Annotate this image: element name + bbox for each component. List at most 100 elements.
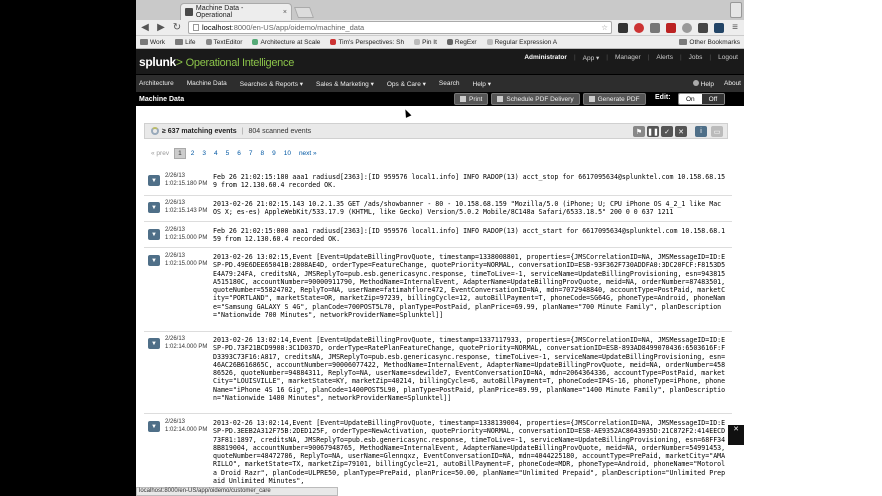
- expand-event-icon[interactable]: ▼: [148, 338, 160, 349]
- page-8[interactable]: 8: [257, 149, 267, 158]
- schedule-icon: [497, 96, 504, 102]
- expand-event-icon[interactable]: ▼: [148, 229, 160, 240]
- expand-event-icon[interactable]: ▼: [148, 202, 160, 213]
- url-path: :8000/en-US/app/oidemo/machine_data: [231, 23, 365, 32]
- app-menu[interactable]: App ▾: [583, 54, 600, 62]
- browser-window: Machine Data - Operational × ◀ ▶ ↻ local…: [136, 0, 744, 496]
- page-9[interactable]: 9: [269, 149, 279, 158]
- logout-link[interactable]: Logout: [718, 54, 738, 62]
- tab-title: Machine Data - Operational: [195, 5, 244, 19]
- back-icon[interactable]: ◀: [140, 22, 150, 33]
- expand-event-icon[interactable]: ▼: [148, 175, 160, 186]
- event-time: 2/26/13 1:02:15.143 PM: [165, 200, 208, 214]
- expand-event-icon[interactable]: ▼: [148, 421, 160, 432]
- bookmark-pinit[interactable]: Pin It: [414, 39, 437, 46]
- bookmark-texteditor[interactable]: TextEditor: [205, 39, 242, 46]
- check-icon[interactable]: ✓: [661, 126, 673, 137]
- help-link[interactable]: Help: [692, 79, 714, 88]
- profile-icon[interactable]: [730, 2, 742, 18]
- folder-icon: [175, 39, 184, 45]
- alerts-link[interactable]: Alerts: [656, 54, 673, 62]
- help-icon: [692, 79, 699, 86]
- new-tab-button[interactable]: [293, 7, 315, 18]
- bookmark-regexr[interactable]: RegExr: [446, 39, 477, 46]
- expand-event-icon[interactable]: ▼: [148, 255, 160, 266]
- generate-pdf-button[interactable]: Generate PDF: [582, 93, 646, 105]
- event-raw: 2013-02-26 13:02:15,Event [Event=UpdateB…: [213, 253, 730, 320]
- toggle-on[interactable]: On: [679, 94, 702, 104]
- bookmark-architecture[interactable]: Architecture at Scale: [252, 39, 320, 46]
- nav-search[interactable]: Search: [439, 80, 467, 87]
- bookmark-icon: [205, 39, 212, 45]
- side-panel-tab[interactable]: ✕: [728, 425, 744, 445]
- bookmark-icon: [330, 39, 337, 45]
- bookmark-regex[interactable]: Regular Expression A: [486, 39, 557, 46]
- page-4[interactable]: 4: [211, 149, 221, 158]
- page-2[interactable]: 2: [188, 149, 198, 158]
- page-3[interactable]: 3: [199, 149, 209, 158]
- page-7[interactable]: 7: [246, 149, 256, 158]
- user-menu: Administrator | App ▾ | Manager | Alerts…: [524, 54, 738, 62]
- page-6[interactable]: 6: [234, 149, 244, 158]
- cancel-icon[interactable]: ✕: [675, 126, 687, 137]
- event-time: 2/26/13 1:02:14.000 PM: [165, 336, 208, 350]
- results-panel: ≥ 637 matching events | 804 scanned even…: [136, 107, 744, 496]
- nav-ops-care[interactable]: Ops & Care ▾: [387, 80, 433, 88]
- print-button[interactable]: Print: [454, 93, 489, 105]
- jobs-link[interactable]: Jobs: [689, 54, 703, 62]
- extension-icon[interactable]: [714, 22, 724, 33]
- bookmark-tims[interactable]: Tim's Perspectives: Sh: [330, 39, 404, 46]
- nav-sales-marketing[interactable]: Sales & Marketing ▾: [316, 80, 381, 88]
- forward-icon[interactable]: ▶: [156, 22, 166, 33]
- star-icon[interactable]: ☆: [601, 23, 608, 32]
- extension-icon[interactable]: [698, 22, 708, 33]
- nav-machine-data[interactable]: Machine Data: [187, 80, 234, 87]
- bookmark-work[interactable]: Work: [140, 39, 165, 46]
- results-header: ≥ 637 matching events | 804 scanned even…: [144, 123, 728, 139]
- scanned-count: 804 scanned events: [248, 127, 312, 135]
- pdf-icon: [588, 96, 595, 102]
- extension-icon[interactable]: [682, 22, 692, 33]
- event-time: 2/26/13 1:02:15.000 PM: [165, 253, 208, 267]
- edit-toggle[interactable]: On Off: [678, 93, 726, 105]
- extension-icon[interactable]: [666, 22, 676, 33]
- info-icon[interactable]: i: [695, 126, 707, 137]
- reload-icon[interactable]: ↻: [172, 22, 182, 33]
- bookmark-other[interactable]: Other Bookmarks: [679, 39, 740, 46]
- prev-page[interactable]: « prev: [148, 149, 172, 158]
- splunk-logo[interactable]: splunk> Operational Intelligence: [139, 55, 294, 69]
- bookmark-life[interactable]: Life: [175, 39, 196, 46]
- edit-label: Edit:: [655, 94, 671, 101]
- finalize-icon[interactable]: ⚑: [633, 126, 645, 137]
- user-name[interactable]: Administrator: [524, 54, 567, 62]
- close-icon[interactable]: ✕: [733, 426, 739, 433]
- nav-searches-reports[interactable]: Searches & Reports ▾: [240, 80, 310, 88]
- schedule-pdf-button[interactable]: Schedule PDF Delivery: [491, 93, 580, 105]
- pause-icon[interactable]: ❚❚: [647, 126, 659, 137]
- bookmarks-bar: Work Life TextEditor Architecture at Sca…: [136, 36, 744, 49]
- nav-help[interactable]: Help ▾: [473, 80, 498, 88]
- toggle-off[interactable]: Off: [701, 94, 725, 104]
- app-name: Operational Intelligence: [185, 57, 295, 69]
- page-10[interactable]: 10: [281, 149, 294, 158]
- extension-icon[interactable]: [634, 22, 644, 33]
- tab-close-icon[interactable]: ×: [283, 9, 287, 16]
- browser-tab[interactable]: Machine Data - Operational ×: [180, 3, 292, 20]
- next-page[interactable]: next »: [296, 149, 320, 158]
- event-separator: [144, 195, 732, 196]
- extension-icon[interactable]: [650, 22, 660, 33]
- event-raw: Feb 26 21:02:15:180 aaa1 radiusd[2363]:[…: [213, 173, 726, 190]
- event-time: 2/26/13 1:02:15.180 PM: [165, 173, 208, 187]
- about-link[interactable]: About: [724, 80, 741, 88]
- extension-icon[interactable]: [618, 22, 628, 33]
- manager-link[interactable]: Manager: [615, 54, 641, 62]
- bookmark-icon: [252, 39, 259, 45]
- page-1[interactable]: 1: [174, 148, 186, 159]
- page-5[interactable]: 5: [223, 149, 233, 158]
- menu-icon[interactable]: ≡: [730, 22, 740, 33]
- save-icon[interactable]: ▭: [711, 126, 723, 137]
- event-separator: [144, 413, 732, 414]
- nav-architecture[interactable]: Architecture: [139, 80, 181, 87]
- address-bar[interactable]: localhost:8000/en-US/app/oidemo/machine_…: [188, 21, 612, 34]
- folder-icon: [679, 39, 688, 45]
